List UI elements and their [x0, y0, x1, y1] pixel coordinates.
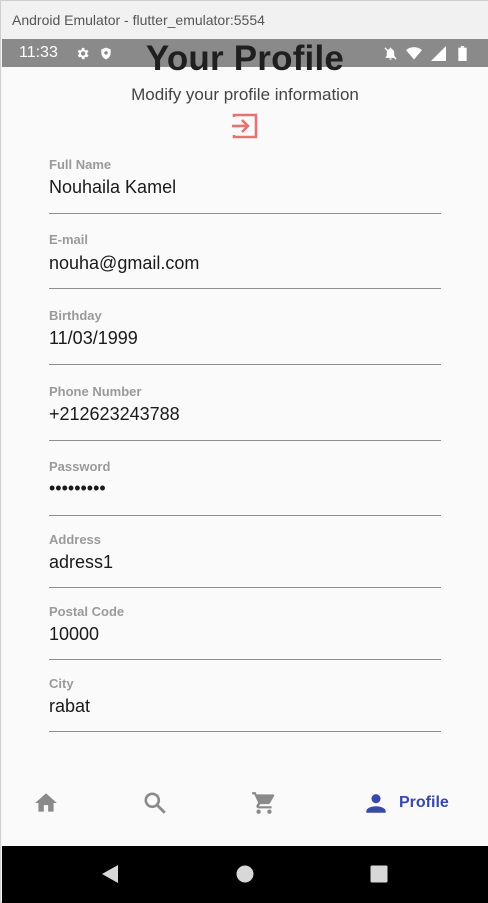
- phone-value[interactable]: +212623243788: [49, 404, 180, 425]
- home-button[interactable]: [235, 864, 255, 889]
- home-circle-icon: [236, 865, 254, 883]
- page-title: Your Profile: [145, 39, 345, 78]
- address-value[interactable]: adress1: [49, 552, 113, 573]
- cart-icon: [252, 792, 275, 814]
- email-label: E-mail: [49, 232, 89, 247]
- nav-profile[interactable]: Profile: [363, 789, 449, 817]
- postal-code-label: Postal Code: [49, 604, 125, 619]
- phone-field[interactable]: Phone Number +212623243788: [49, 384, 441, 441]
- nav-home[interactable]: [33, 789, 59, 817]
- back-triangle-icon: [102, 865, 118, 883]
- city-field[interactable]: City rabat: [49, 676, 441, 732]
- address-label: Address: [49, 532, 102, 547]
- logout-button[interactable]: [229, 110, 261, 142]
- window-title: Android Emulator - flutter_emulator:5554: [1, 1, 488, 39]
- emulator-window: Android Emulator - flutter_emulator:5554…: [0, 0, 488, 903]
- search-icon: [144, 792, 166, 814]
- nav-profile-label: Profile: [399, 794, 449, 811]
- nav-cart[interactable]: [251, 789, 277, 817]
- birthday-field[interactable]: Birthday 11/03/1999: [49, 308, 441, 365]
- password-field[interactable]: Password •••••••••: [49, 459, 441, 516]
- birthday-label: Birthday: [49, 308, 102, 323]
- postal-code-value[interactable]: 10000: [49, 624, 99, 645]
- email-field[interactable]: E-mail nouha@gmail.com: [49, 232, 441, 289]
- bottom-navigation-bar: Profile: [2, 773, 488, 846]
- android-system-nav: [2, 846, 488, 903]
- city-label: City: [49, 676, 74, 691]
- back-button[interactable]: [100, 864, 120, 889]
- password-value[interactable]: •••••••••: [49, 478, 106, 499]
- home-icon: [35, 793, 57, 812]
- birthday-value[interactable]: 11/03/1999: [49, 328, 138, 349]
- full-name-field[interactable]: Full Name Nouhaila Kamel: [49, 157, 441, 214]
- address-field[interactable]: Address adress1: [49, 532, 441, 588]
- person-icon: [366, 794, 386, 813]
- full-name-label: Full Name: [49, 157, 112, 172]
- full-name-value[interactable]: Nouhaila Kamel: [49, 177, 176, 198]
- recents-button[interactable]: [369, 864, 389, 889]
- postal-code-field[interactable]: Postal Code 10000: [49, 604, 441, 660]
- nav-search[interactable]: [142, 789, 168, 817]
- phone-label: Phone Number: [49, 384, 142, 399]
- profile-screen: Your Profile Modify your profile informa…: [2, 39, 488, 846]
- city-value[interactable]: rabat: [49, 696, 90, 717]
- recents-square-icon: [370, 865, 388, 883]
- logout-icon: [232, 113, 258, 139]
- email-value[interactable]: nouha@gmail.com: [49, 253, 199, 274]
- password-label: Password: [49, 459, 111, 474]
- page-subtitle: Modify your profile information: [131, 85, 359, 104]
